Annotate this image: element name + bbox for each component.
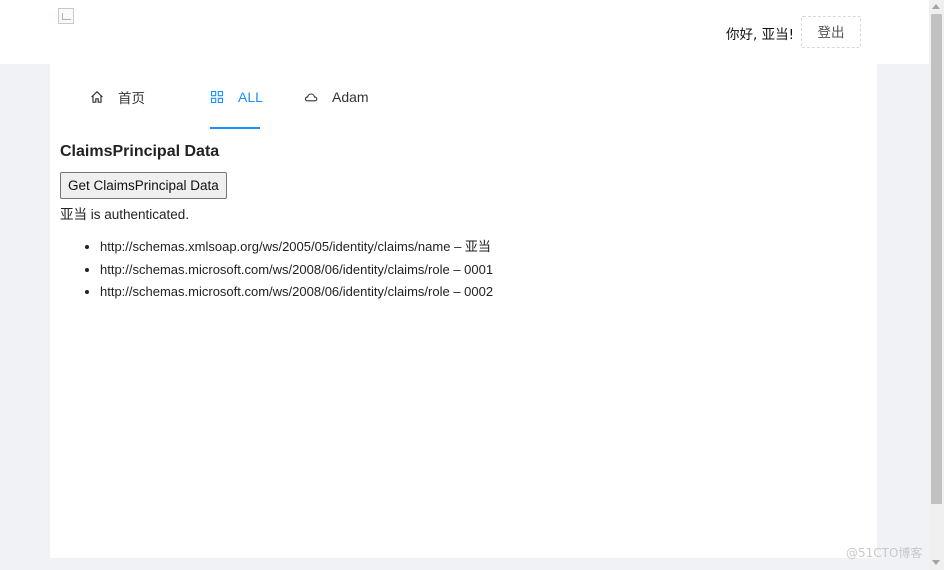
auth-status: 亚当 is authenticated.: [60, 203, 189, 223]
claim-item: http://schemas.microsoft.com/ws/2008/06/…: [100, 281, 493, 304]
page-title: ClaimsPrincipal Data: [60, 143, 220, 160]
auth-status-suffix: is authenticated.: [87, 207, 190, 222]
get-claims-button[interactable]: Get ClaimsPrincipal Data: [60, 172, 227, 199]
claim-value: 0001: [464, 261, 494, 277]
claim-type: http://schemas.microsoft.com/ws/2008/06/…: [100, 261, 450, 277]
tab-adam[interactable]: Adam: [304, 64, 369, 130]
content-panel: 首页 ALL Adam ClaimsPrincipal Data Get Cla…: [50, 64, 877, 558]
appstore-icon: [210, 90, 224, 104]
claim-value: 亚当: [464, 240, 491, 255]
auth-user-name: 亚当: [60, 207, 87, 223]
active-tab-indicator: [210, 127, 260, 129]
scroll-up-arrow-icon[interactable]: [932, 4, 940, 9]
scroll-down-arrow-icon[interactable]: [932, 560, 940, 565]
page: 你好, 亚当! 登出 首页 ALL Adam ClaimsPrincipal D…: [0, 0, 944, 570]
tab-adam-label: Adam: [332, 89, 369, 105]
claim-item: http://schemas.xmlsoap.org/ws/2005/05/id…: [100, 236, 493, 259]
claim-item: http://schemas.microsoft.com/ws/2008/06/…: [100, 259, 493, 282]
top-header: 你好, 亚当! 登出: [0, 0, 929, 64]
tab-home[interactable]: 首页: [90, 64, 145, 130]
vertical-scrollbar[interactable]: [929, 0, 944, 570]
tab-all-label: ALL: [238, 89, 263, 105]
claim-value: 0002: [464, 284, 494, 299]
user-greeting: 你好, 亚当!: [726, 27, 794, 43]
claim-type: http://schemas.microsoft.com/ws/2008/06/…: [100, 284, 450, 299]
claim-separator: –: [450, 239, 465, 254]
tab-all[interactable]: ALL: [210, 64, 263, 130]
home-icon: [90, 90, 104, 104]
claim-separator: –: [449, 284, 465, 299]
watermark: @51CTO博客: [846, 546, 923, 560]
tab-bar: 首页 ALL Adam: [50, 64, 877, 130]
tab-home-label: 首页: [118, 91, 145, 107]
scrollbar-thumb[interactable]: [931, 14, 942, 504]
claims-list: http://schemas.xmlsoap.org/ws/2005/05/id…: [60, 236, 493, 304]
broken-image-icon[interactable]: [58, 8, 74, 24]
logout-button[interactable]: 登出: [801, 16, 861, 48]
claim-type: http://schemas.xmlsoap.org/ws/2005/05/id…: [100, 239, 451, 254]
cloud-icon: [304, 90, 318, 104]
claim-separator: –: [449, 261, 465, 277]
